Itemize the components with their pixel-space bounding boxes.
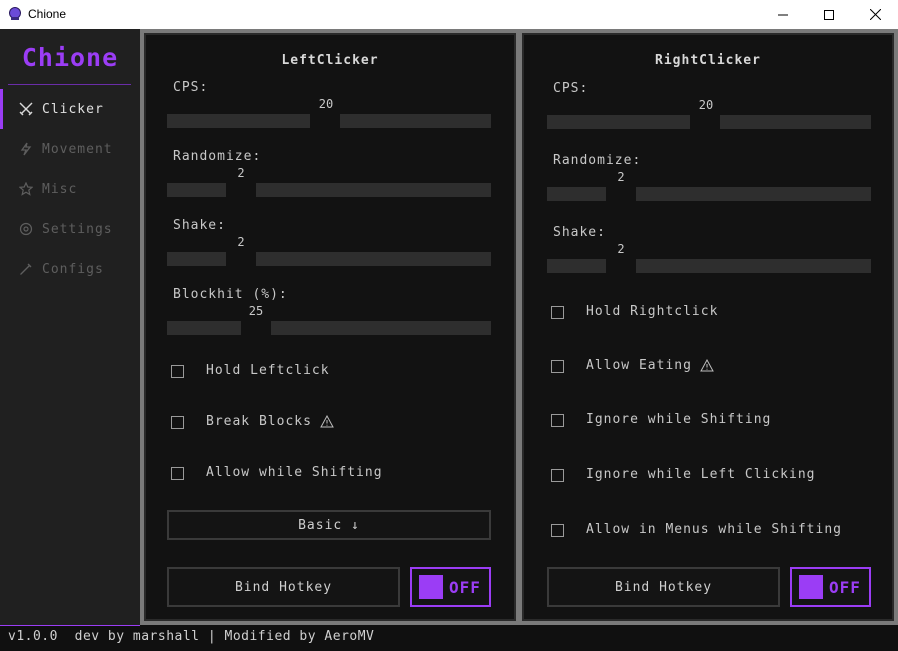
randomize-label: Randomize: [173, 149, 262, 164]
break-blocks-checkbox[interactable] [171, 416, 184, 429]
close-icon [869, 9, 881, 20]
sidebar: Chione Clicker Movement Misc Settings Co… [0, 29, 140, 625]
footer-bar: v1.0.0 dev by marshall | Modified by Aer… [0, 625, 898, 651]
cps-slider-track-left[interactable] [167, 114, 310, 128]
allow-while-shifting-label: Allow while Shifting [206, 465, 383, 480]
window-title: Chione [28, 7, 67, 21]
sidebar-item-configs[interactable]: Configs [0, 249, 140, 289]
shake-slider-track-left[interactable] [167, 252, 226, 266]
allow-in-menus-label: Allow in Menus while Shifting [586, 522, 842, 537]
randomize-slider-track-left[interactable] [167, 183, 226, 197]
hold-leftclick-label: Hold Leftclick [206, 363, 330, 378]
check-label-text: Hold Leftclick [206, 363, 330, 378]
toggle-state-text: OFF [449, 577, 481, 597]
check-label-text: Allow Eating [586, 358, 692, 373]
blockhit-label: Blockhit (%): [173, 287, 288, 302]
shake-slider-track-left[interactable] [547, 259, 606, 273]
randomize-slider-track-right[interactable] [636, 187, 871, 201]
sidebar-item-label: Clicker [42, 101, 104, 117]
left-clicker-panel: LeftClicker CPS: 20 Randomize: 2 Shake: … [144, 33, 516, 621]
sidebar-logo: Chione [21, 43, 119, 72]
cps-label: CPS: [173, 80, 209, 95]
check-label-text: Allow in Menus while Shifting [586, 522, 842, 537]
app-icon [9, 7, 21, 20]
blockhit-slider-track-right[interactable] [271, 321, 491, 335]
allow-while-shifting-checkbox[interactable] [171, 467, 184, 480]
toggle-state-text: OFF [829, 577, 861, 597]
sidebar-item-label: Movement [42, 141, 113, 157]
maximize-button[interactable] [806, 0, 852, 29]
allow-in-menus-checkbox[interactable] [551, 524, 564, 537]
right-clicker-toggle[interactable]: OFF [790, 567, 871, 607]
ignore-while-shifting-checkbox[interactable] [551, 414, 564, 427]
footer-text: v1.0.0 dev by marshall | Modified by Aer… [8, 629, 375, 644]
toggle-knob [799, 575, 823, 599]
randomize-slider-track-right[interactable] [256, 183, 491, 197]
ignore-while-shifting-label: Ignore while Shifting [586, 412, 771, 427]
cps-value: 20 [698, 98, 714, 112]
toggle-knob [419, 575, 443, 599]
cps-slider-track-right[interactable] [340, 114, 491, 128]
ignore-while-left-clicking-label: Ignore while Left Clicking [586, 467, 816, 482]
lightning-icon [18, 141, 34, 157]
logo-divider [8, 84, 131, 85]
check-label-text: Allow while Shifting [206, 465, 383, 480]
check-label-text: Hold Rightclick [586, 304, 719, 319]
hold-leftclick-checkbox[interactable] [171, 365, 184, 378]
sidebar-item-movement[interactable]: Movement [0, 129, 140, 169]
content-area: LeftClicker CPS: 20 Randomize: 2 Shake: … [140, 29, 898, 625]
allow-eating-label: Allow Eating [586, 358, 714, 373]
allow-eating-checkbox[interactable] [551, 360, 564, 373]
check-label-text: Ignore while Left Clicking [586, 467, 816, 482]
gear-icon [18, 221, 34, 237]
footer-accent-line [0, 625, 140, 626]
cps-slider-track-left[interactable] [547, 115, 690, 129]
window-titlebar: Chione [0, 0, 898, 29]
check-label-text: Ignore while Shifting [586, 412, 772, 427]
shake-label: Shake: [173, 218, 226, 233]
sidebar-item-label: Settings [42, 221, 113, 237]
shake-value: 2 [617, 242, 625, 256]
close-button[interactable] [852, 0, 898, 29]
randomize-label: Randomize: [553, 153, 642, 168]
maximize-icon [824, 9, 834, 20]
bind-hotkey-button[interactable]: Bind Hotkey [547, 567, 780, 607]
right-clicker-panel: RightClicker CPS: 20 Randomize: 2 Shake:… [522, 33, 894, 621]
mode-dropdown-button[interactable]: Basic ↓ [167, 510, 491, 540]
crossed-swords-icon [18, 101, 34, 117]
hold-rightclick-label: Hold Rightclick [586, 304, 718, 319]
check-label-text: Break Blocks [206, 414, 312, 429]
warning-icon [320, 415, 334, 428]
blockhit-value: 25 [248, 304, 264, 318]
sidebar-item-label: Misc [42, 181, 78, 197]
ignore-while-left-clicking-checkbox[interactable] [551, 469, 564, 482]
warning-icon [700, 359, 714, 372]
cps-label: CPS: [553, 81, 589, 96]
sidebar-item-clicker[interactable]: Clicker [0, 89, 140, 129]
shake-slider-track-right[interactable] [256, 252, 491, 266]
minimize-button[interactable] [760, 0, 806, 29]
bind-hotkey-button[interactable]: Bind Hotkey [167, 567, 400, 607]
sidebar-item-misc[interactable]: Misc [0, 169, 140, 209]
randomize-slider-track-left[interactable] [547, 187, 606, 201]
sidebar-item-settings[interactable]: Settings [0, 209, 140, 249]
minimize-icon [778, 14, 788, 15]
panel-title: RightClicker [655, 53, 761, 68]
shake-slider-track-right[interactable] [636, 259, 871, 273]
cps-value: 20 [318, 97, 334, 111]
blockhit-slider-track-left[interactable] [167, 321, 241, 335]
star-icon [18, 181, 34, 197]
shake-value: 2 [237, 235, 245, 249]
cps-slider-track-right[interactable] [720, 115, 871, 129]
randomize-value: 2 [237, 166, 245, 180]
break-blocks-label: Break Blocks [206, 414, 334, 429]
left-clicker-toggle[interactable]: OFF [410, 567, 491, 607]
hold-rightclick-checkbox[interactable] [551, 306, 564, 319]
panel-title: LeftClicker [281, 53, 379, 68]
pen-icon [18, 261, 34, 277]
randomize-value: 2 [617, 170, 625, 184]
sidebar-item-label: Configs [42, 261, 104, 277]
shake-label: Shake: [553, 225, 606, 240]
